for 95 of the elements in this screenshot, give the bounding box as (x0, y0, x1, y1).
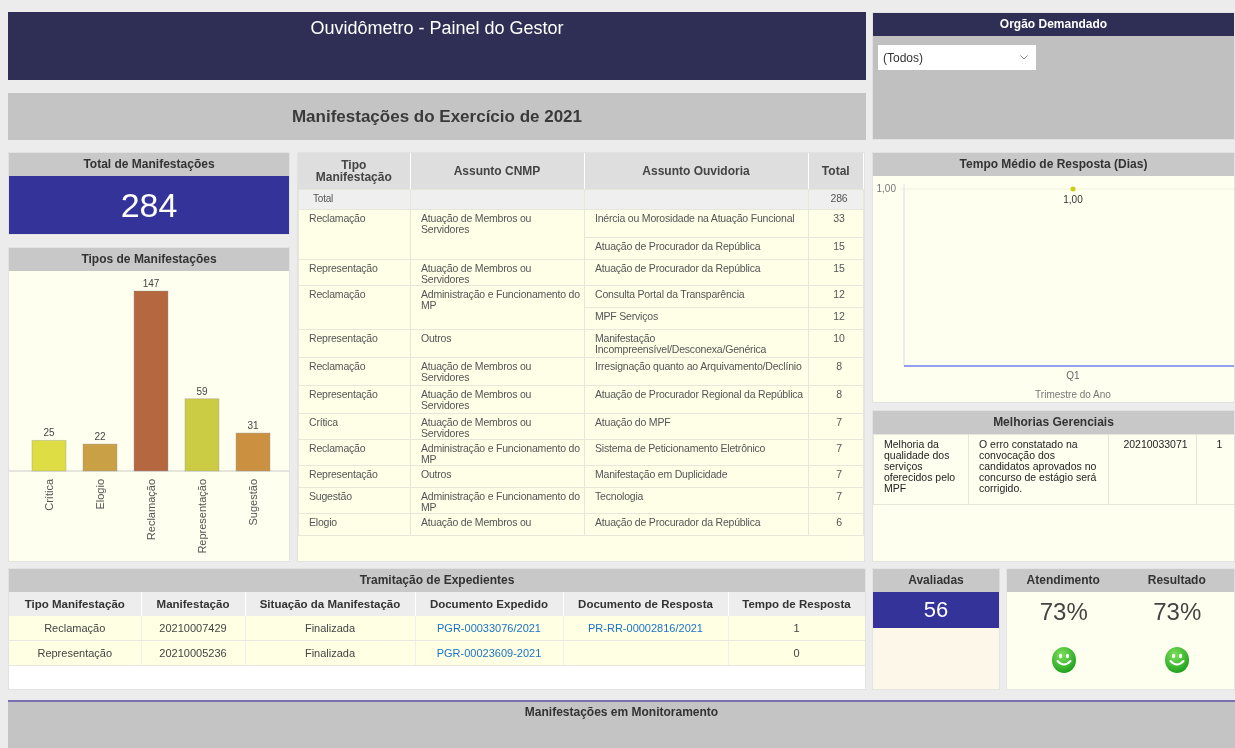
table-cell: Reclamação (298, 285, 411, 330)
table-cell: Reclamação (298, 209, 411, 260)
bar (82, 443, 118, 472)
table-cell: Atuação do MPF (584, 413, 809, 440)
bar-value-label: 25 (43, 427, 55, 439)
table-cell: Total (298, 189, 411, 210)
bar (235, 432, 271, 472)
table-cell: Crítica (298, 413, 411, 440)
section-title: Manifestações do Exercício de 2021 (8, 93, 866, 140)
table-cell: Sistema de Peticionamento Eletrônico (584, 439, 809, 466)
bar-value-label: 31 (247, 420, 259, 432)
table-cell: Reclamação (9, 616, 141, 641)
bar-value-label: 147 (142, 278, 160, 289)
column-header: Situação da Manifestação (245, 592, 415, 616)
column-header: Total (808, 153, 864, 189)
table-cell: Reclamação (298, 439, 411, 466)
table-cell: 20210005236 (141, 640, 245, 666)
axis-label: Representação (196, 479, 208, 554)
table-cell: Atuação de Membros ou Servidores (410, 209, 585, 260)
section-title: Manifestações em Monitoramento (8, 700, 1235, 748)
table-cell: MPF Serviços (584, 307, 809, 330)
table-cell: Irresignação quanto ao Arquivamento/Declínio (584, 357, 809, 386)
axis-label: Elogio (94, 479, 106, 510)
panel-title: Tramitação de Expedientes (9, 569, 865, 592)
table-cell: 1 (1196, 434, 1234, 505)
table-cell: Representação (298, 465, 411, 488)
table-cell: Representação (298, 385, 411, 414)
table-cell: Representação (298, 329, 411, 358)
dashboard-title: Ouvidômetro - Painel do Gestor (8, 12, 866, 80)
panel-title: Atendimento (1006, 569, 1121, 592)
panel-title: Tipos de Manifestações (9, 248, 289, 271)
table-cell: Manifestação Incompreensível/Desconexa/Genérica (584, 329, 809, 358)
column-header: Manifestação (141, 592, 245, 616)
total-count: 284 (9, 176, 289, 234)
axis-tick-label: 1,00 (876, 183, 896, 194)
table-cell: Atuação de Procurador Regional da República (584, 385, 809, 414)
table-cell: Finalizada (245, 616, 415, 641)
table-cell: Representação (298, 259, 411, 286)
table-cell: 286 (808, 189, 864, 210)
table-cell: Inércia ou Morosidade na Atuação Funcional (584, 209, 809, 238)
axis-label: Reclamação (145, 479, 157, 541)
table-cell: 1 (728, 616, 865, 641)
column-header: Assunto Ouvidoria (584, 153, 808, 189)
bar-value-label: 59 (196, 385, 208, 397)
panel-title: Melhorias Gerenciais (873, 411, 1234, 434)
panel-title: Tempo Médio de Resposta (Dias) (873, 153, 1234, 176)
column-header: Documento de Resposta (563, 592, 728, 616)
percentage-value: 73% (1039, 598, 1088, 626)
evaluated-count: 56 (873, 592, 999, 628)
table-cell: Administração e Funcionamento do MP (410, 285, 585, 330)
table-cell: Finalizada (245, 640, 415, 666)
bar-value-label: 22 (94, 431, 106, 443)
column-header: Documento Expedido (415, 592, 563, 616)
table-cell: 0 (728, 640, 865, 666)
panel-title: Orgão Demandado (873, 13, 1234, 36)
table-cell: 20210007429 (141, 616, 245, 641)
table-cell: Atuação de Membros ou Servidores (410, 357, 585, 386)
table-cell: Administração e Funcionamento do MP (410, 487, 585, 514)
axis-label: Q1 (1066, 370, 1080, 381)
panel-title: Avaliadas (873, 569, 1000, 592)
table-cell: Reclamação (298, 357, 411, 386)
data-point (1070, 186, 1076, 192)
column-header: Tempo de Resposta (728, 592, 865, 616)
axis-label: Crítica (43, 479, 55, 511)
column-header: Tipo Manifestação (298, 153, 410, 189)
dropdown[interactable]: (Todos) (878, 45, 1036, 70)
table-cell: 20210033071 (1108, 434, 1197, 505)
table-cell: Atuação de Membros ou Servidores (410, 259, 585, 286)
table-cell: Outros (410, 465, 585, 488)
data-label: 1,00 (1063, 194, 1083, 205)
table-cell: Atuação de Membros ou (410, 513, 585, 536)
table-cell: Melhoria da qualidade dos serviços oferecidos pelo MPF (873, 434, 969, 505)
table-cell: O erro constatado na convocação dos candidatos aprovados no concurso de estágio será corrigido. (968, 434, 1109, 505)
chevron-down-icon (1020, 55, 1028, 60)
panel-title: Total de Manifestações (9, 153, 289, 176)
axis-title: Trimestre do Ano (1035, 389, 1111, 400)
table-cell: Elogio (298, 513, 411, 536)
table-cell: Atuação de Procurador da República (584, 259, 809, 286)
table-cell: Representação (9, 640, 141, 666)
table-cell: Tecnologia (584, 487, 809, 514)
table-cell: Atuação de Membros ou Servidores (410, 413, 585, 440)
table-cell: Atuação de Procurador da República (584, 237, 809, 260)
axis-label: Sugestão (247, 479, 259, 526)
column-header: Tipo Manifestação (9, 592, 141, 616)
panel-title: Resultado (1120, 569, 1235, 592)
table-cell: Outros (410, 329, 585, 358)
table-cell: Atuação de Membros ou Servidores (410, 385, 585, 414)
percentage-value: 73% (1153, 598, 1202, 626)
table-cell: Consulta Portal da Transparência (584, 285, 809, 308)
table-cell: Sugestão (298, 487, 411, 514)
table-cell: Atuação de Procurador da República (584, 513, 809, 536)
table-cell: Administração e Funcionamento do MP (410, 439, 585, 466)
column-header: Assunto CNMP (410, 153, 584, 189)
bar (31, 439, 67, 472)
table-cell: Manifestação em Duplicidade (584, 465, 809, 488)
